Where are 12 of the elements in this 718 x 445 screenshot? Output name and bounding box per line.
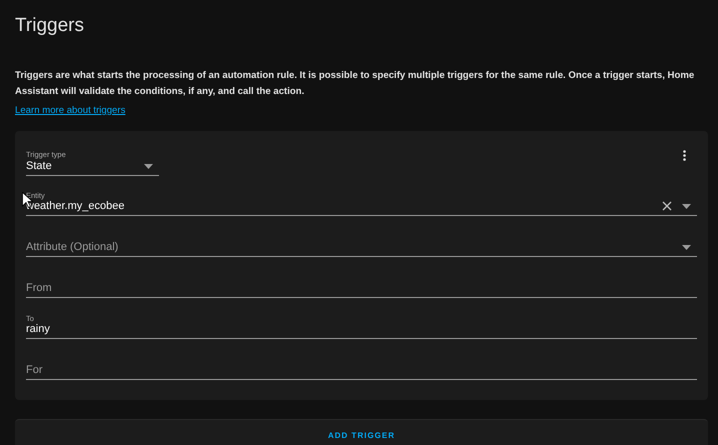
dropdown-arrow-icon[interactable]	[144, 164, 153, 169]
dropdown-arrow-icon[interactable]	[682, 204, 691, 209]
dropdown-arrow-icon[interactable]	[682, 245, 691, 250]
clear-icon[interactable]	[662, 201, 672, 211]
section-title: Triggers	[15, 14, 85, 38]
select-field[interactable]: Attribute (Optional)	[26, 229, 697, 257]
more-options-icon[interactable]	[683, 150, 686, 161]
description-text: Triggers are what starts the processing of an automation rule. It is possible to specify multiple triggers for the same rule. Once a trigger starts, Home Assistant will validate the conditions, if any, and call the action.	[15, 69, 696, 99]
text-field[interactable]: For	[26, 352, 697, 380]
learn-more-link[interactable]: Learn more about triggers	[15, 103, 126, 119]
text-field[interactable]: From	[26, 270, 697, 298]
add-trigger-button[interactable]: ADD TRIGGER	[15, 419, 708, 445]
